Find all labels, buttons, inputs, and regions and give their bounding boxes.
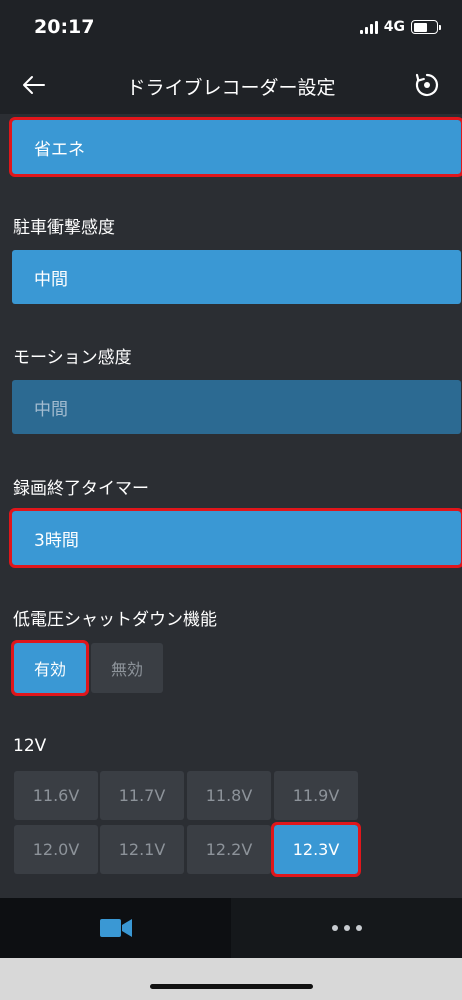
record-timer-select[interactable]: 3時間 — [9, 508, 462, 568]
record-timer-value: 3時間 — [34, 530, 79, 551]
parking-sensitivity-select[interactable]: 中間 — [12, 250, 461, 304]
voltage-label: 12V — [13, 736, 47, 756]
nav-bar: ドライブレコーダー設定 — [0, 56, 462, 114]
network-type: 4G — [383, 19, 405, 35]
voltage-option-11-7[interactable]: 11.7V — [100, 771, 184, 820]
video-camera-icon — [99, 919, 132, 937]
signal-icon — [359, 20, 378, 34]
battery-icon — [411, 20, 441, 34]
voltage-option-12-3[interactable]: 12.3V — [271, 822, 361, 877]
voltage-option-12-2[interactable]: 12.2V — [187, 825, 271, 874]
parking-sensitivity-value: 中間 — [34, 269, 68, 290]
record-timer-label: 録画終了タイマー — [13, 479, 149, 499]
mode-value: 省エネ — [34, 139, 85, 160]
home-area — [0, 958, 462, 1000]
motion-sensitivity-select[interactable]: 中間 — [12, 380, 461, 434]
voltage-option-11-8[interactable]: 11.8V — [187, 771, 271, 820]
status-time: 20:17 — [34, 16, 95, 38]
page-title: ドライブレコーダー設定 — [126, 77, 336, 99]
motion-sensitivity-label: モーション感度 — [13, 348, 132, 368]
reset-button[interactable] — [412, 70, 442, 100]
voltage-option-12-0[interactable]: 12.0V — [14, 825, 98, 874]
home-indicator[interactable] — [150, 984, 313, 989]
more-dots-icon — [331, 925, 362, 931]
tab-bar — [0, 898, 462, 958]
low-voltage-on-button[interactable]: 有効 — [11, 640, 89, 696]
tab-camera[interactable] — [0, 898, 231, 958]
voltage-option-12-1[interactable]: 12.1V — [100, 825, 184, 874]
voltage-option-11-6[interactable]: 11.6V — [14, 771, 98, 820]
status-bar: 20:17 4G — [0, 0, 462, 56]
tab-more[interactable] — [231, 898, 462, 958]
low-voltage-off-button[interactable]: 無効 — [91, 643, 163, 693]
status-indicators: 4G — [359, 19, 441, 35]
motion-sensitivity-value: 中間 — [34, 399, 68, 420]
low-voltage-label: 低電圧シャットダウン機能 — [13, 610, 217, 630]
mode-select[interactable]: 省エネ — [9, 117, 462, 177]
parking-sensitivity-label: 駐車衝撃感度 — [13, 218, 115, 238]
reset-icon — [415, 73, 439, 97]
voltage-option-11-9[interactable]: 11.9V — [274, 771, 358, 820]
battery-level — [413, 22, 427, 32]
settings-content: 省エネ 駐車衝撃感度 中間 モーション感度 中間 録画終了タイマー 3時間 低電… — [0, 114, 462, 898]
